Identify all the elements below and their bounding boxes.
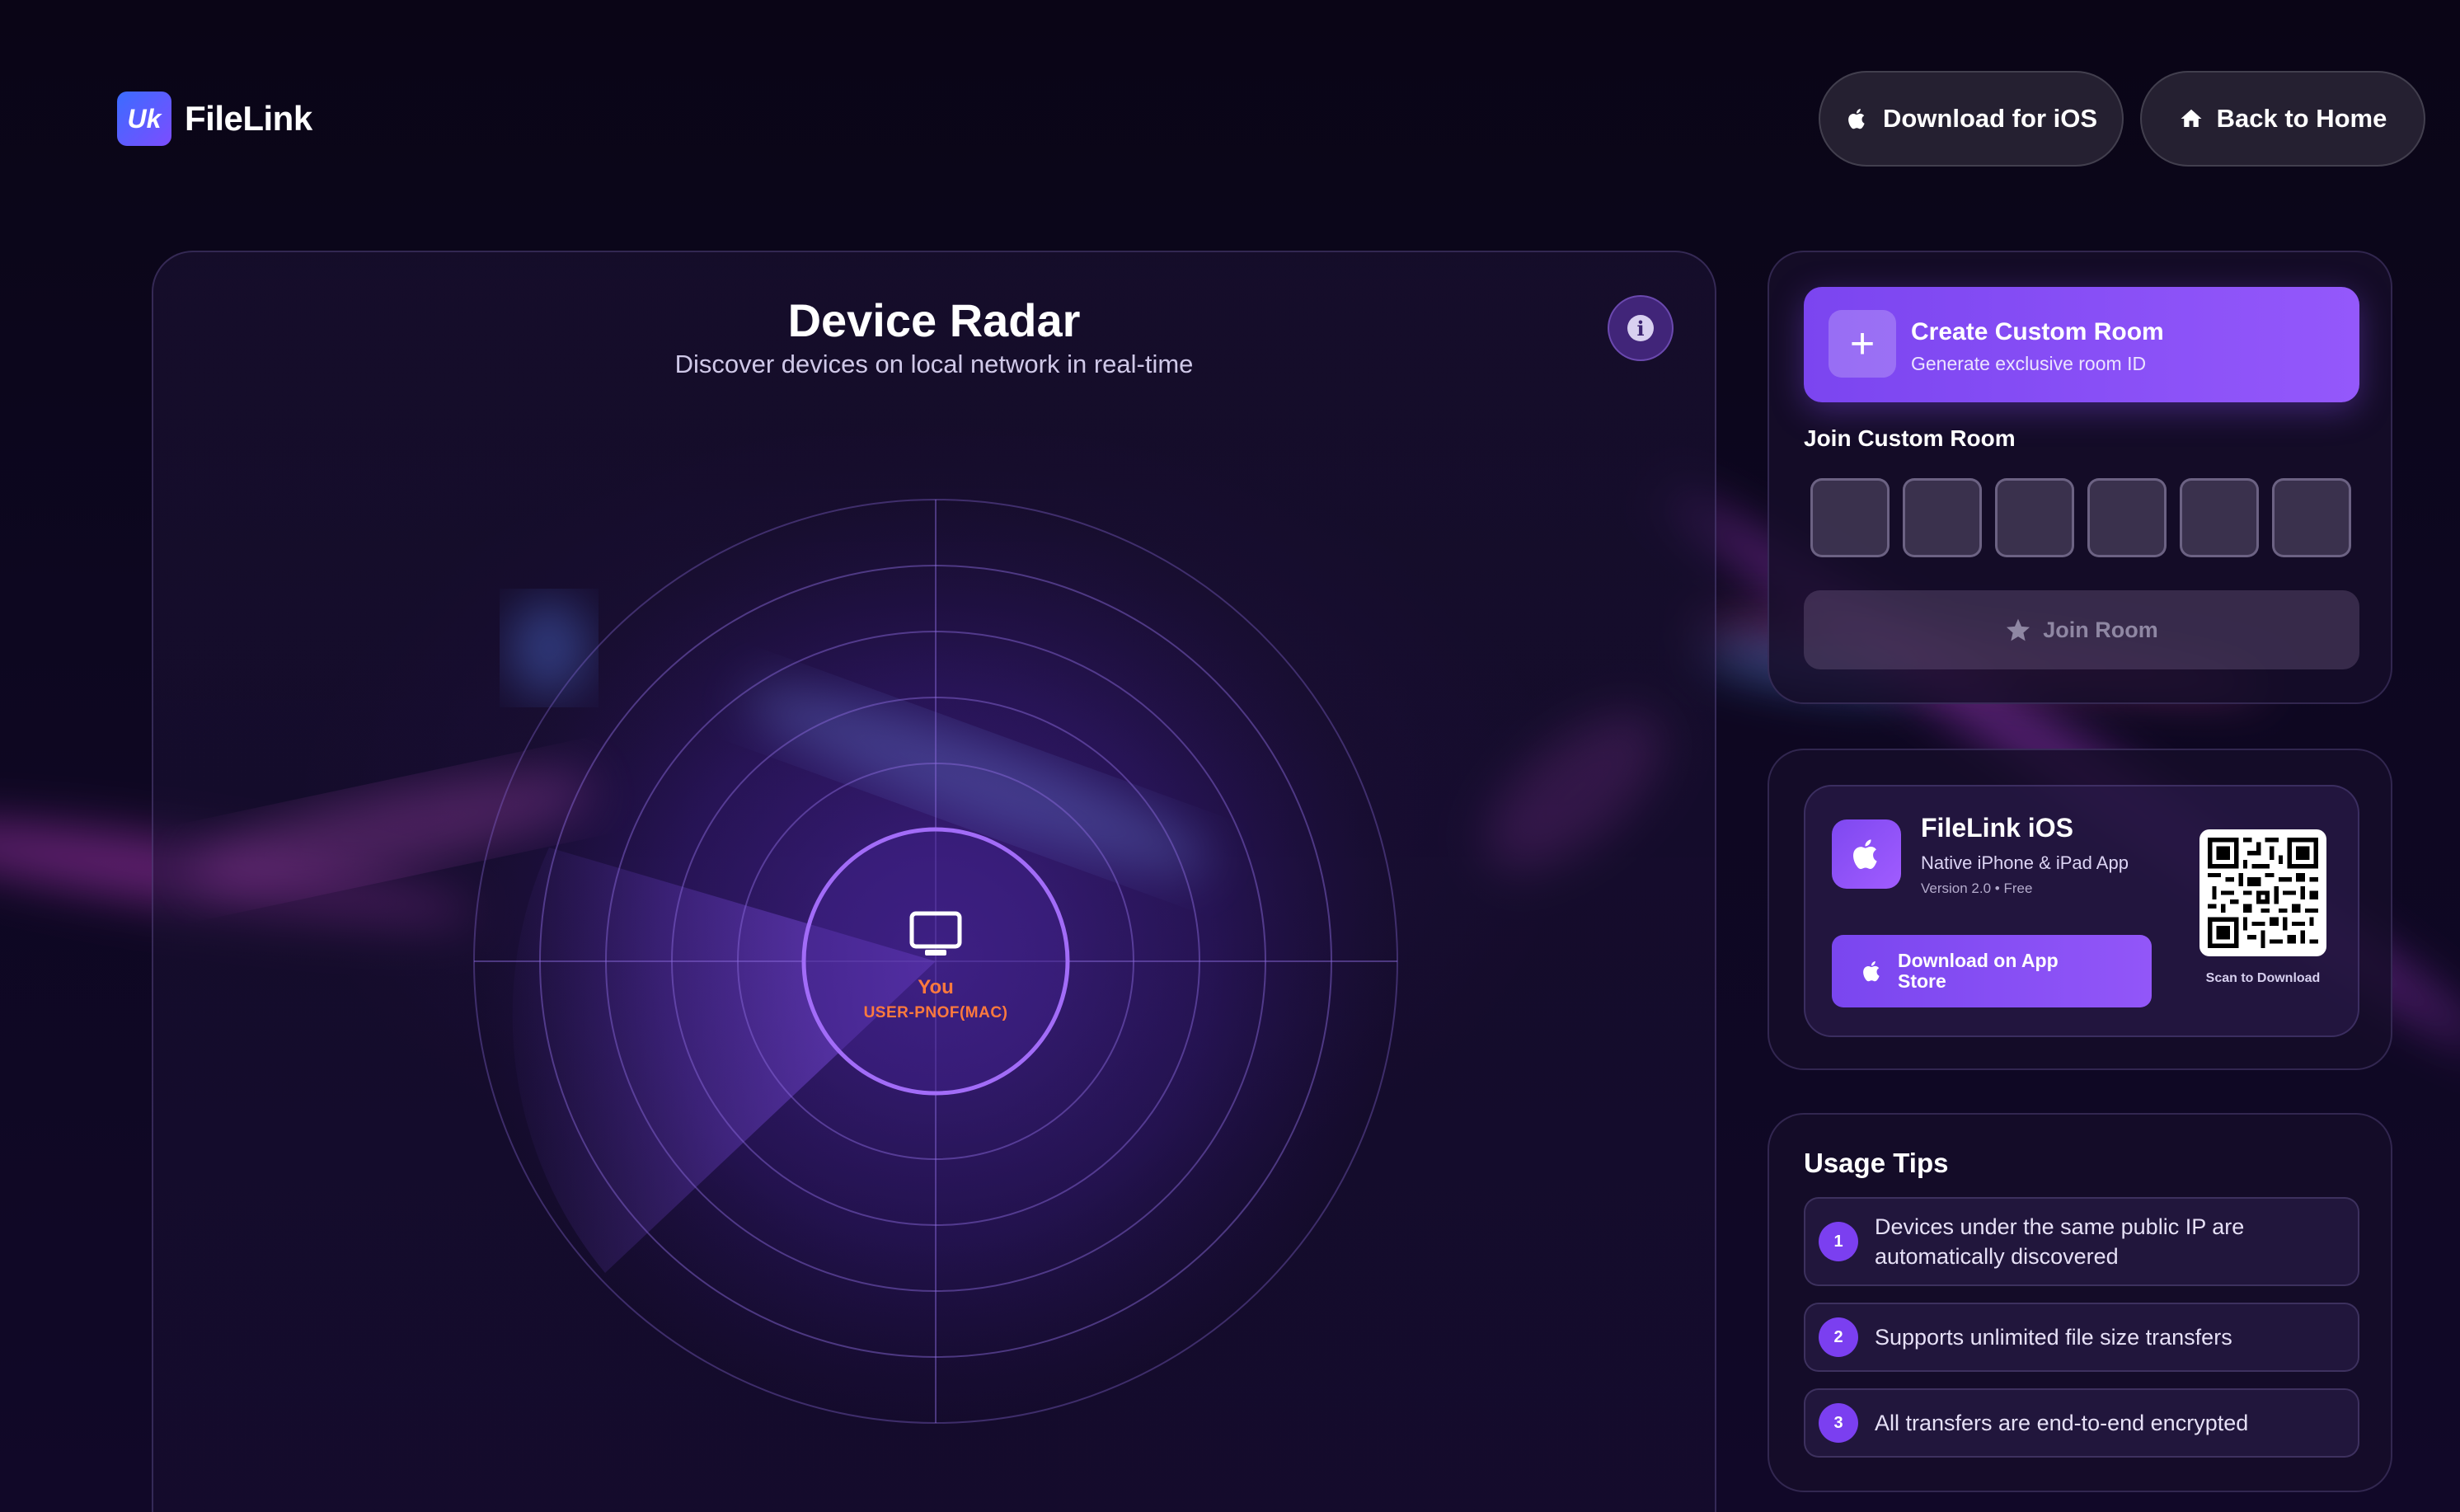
app-name: FileLink iOS — [1921, 813, 2073, 843]
back-home-label: Back to Home — [2216, 104, 2387, 133]
device-radar-card: Device Radar Discover devices on local n… — [152, 251, 1716, 1512]
app-store-download-button[interactable]: Download on App Store — [1832, 935, 2152, 1007]
download-ios-label: Download for iOS — [1882, 104, 2098, 133]
self-device-label: You — [918, 976, 954, 998]
star-icon — [2007, 618, 2030, 641]
tip-text: Devices under the same public IP are aut… — [1875, 1214, 2245, 1270]
usage-tips-panel: Usage Tips 1 Devices under the same publ… — [1768, 1113, 2392, 1492]
self-device-ring — [801, 827, 1070, 1096]
back-home-button[interactable]: Back to Home — [2140, 71, 2425, 167]
apple-icon — [1863, 961, 1880, 982]
room-code-digit-2[interactable] — [1903, 478, 1982, 557]
qr-code-icon — [2208, 838, 2318, 948]
tip-number-badge: 1 — [1819, 1222, 1858, 1261]
apple-icon — [1853, 839, 1877, 869]
room-code-digit-6[interactable] — [2272, 478, 2351, 557]
qr-caption: Scan to Download — [2205, 971, 2321, 985]
info-button[interactable]: i — [1608, 295, 1674, 361]
tip-text: All transfers are end-to-end encrypted — [1875, 1411, 2249, 1435]
app-description: Native iPhone & iPad App — [1921, 852, 2129, 873]
app-store-download-label: Download on App Store — [1898, 949, 2059, 992]
join-room-button-label: Join Room — [2043, 617, 2158, 642]
usage-tips-title: Usage Tips — [1804, 1148, 1949, 1178]
room-code-digit-1[interactable] — [1810, 478, 1890, 557]
plus-icon: + — [1829, 310, 1896, 378]
tip-item: 2 Supports unlimited file size transfers — [1804, 1303, 2359, 1372]
join-room-label: Join Custom Room — [1804, 425, 2016, 451]
download-ios-button[interactable]: Download for iOS — [1819, 71, 2124, 167]
brand-logo[interactable]: Uk FileLink — [117, 92, 312, 146]
radar-haze — [508, 599, 590, 697]
apple-icon — [1848, 109, 1865, 129]
room-panel: + Create Custom Room Generate exclusive … — [1768, 251, 2392, 704]
tip-number-badge: 3 — [1819, 1403, 1858, 1443]
radar-visual — [190, 499, 1398, 1424]
create-room-button[interactable]: + Create Custom Room Generate exclusive … — [1804, 287, 2359, 402]
create-room-subtitle: Generate exclusive room ID — [1911, 353, 2147, 374]
create-room-title: Create Custom Room — [1911, 318, 2164, 345]
home-icon — [2181, 109, 2202, 127]
tip-item: 1 Devices under the same public IP are a… — [1804, 1197, 2359, 1286]
room-code-digit-4[interactable] — [2087, 478, 2167, 557]
info-icon: i — [1627, 315, 1654, 341]
radar-title: Device Radar — [787, 294, 1081, 346]
room-code-digit-3[interactable] — [1995, 478, 2074, 557]
join-room-button[interactable]: Join Room — [1804, 590, 2359, 669]
radar-subtitle: Discover devices on local network in rea… — [674, 350, 1194, 378]
ios-app-panel: FileLink iOS Native iPhone & iPad App Ve… — [1768, 749, 2392, 1070]
ios-app-card: FileLink iOS Native iPhone & iPad App Ve… — [1804, 785, 2359, 1037]
app-icon — [1832, 819, 1901, 889]
app-version: Version 2.0 • Free — [1921, 880, 2033, 896]
self-device-hostname: USER-PNOF(MAC) — [863, 1004, 1008, 1021]
room-code-digit-5[interactable] — [2180, 478, 2259, 557]
qr-code[interactable] — [2199, 829, 2326, 956]
app-root: Uk FileLink Download for iOS Back to Hom… — [0, 0, 2460, 1512]
tip-text: Supports unlimited file size transfers — [1875, 1325, 2232, 1350]
brand-name: FileLink — [185, 99, 312, 138]
tip-number-badge: 2 — [1819, 1317, 1858, 1357]
tip-item: 3 All transfers are end-to-end encrypted — [1804, 1388, 2359, 1458]
logo-icon: Uk — [117, 92, 171, 146]
